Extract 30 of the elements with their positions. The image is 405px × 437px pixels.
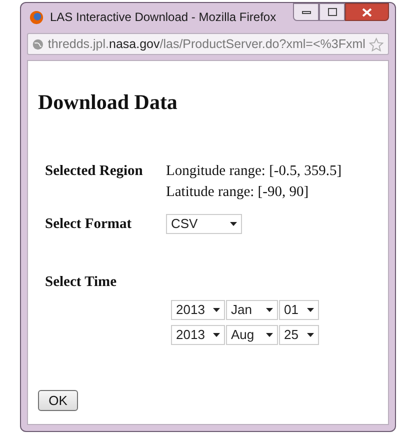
caret-icon	[230, 222, 237, 226]
range-text: Latitude range: [-90, 90]	[166, 183, 310, 202]
ok-button[interactable]: OK	[38, 390, 78, 410]
close-icon	[362, 8, 372, 16]
caret-icon	[266, 308, 273, 312]
close-button[interactable]	[345, 3, 389, 21]
caret-icon	[266, 332, 273, 336]
dropdown[interactable]: CSV	[166, 214, 242, 234]
field-label: Selected Region	[45, 162, 144, 180]
page-heading: Download Data	[38, 89, 178, 116]
url-text: thredds.jpl.nasa.gov/las/ProductServer.do?xml=<%3Fxml	[48, 36, 366, 53]
range-text: Longitude range: [-0.5, 359.5]	[166, 162, 343, 180]
browser-logo-icon	[29, 10, 44, 24]
dropdown[interactable]: 2013	[171, 324, 225, 344]
dropdown[interactable]: 25	[279, 324, 319, 344]
star-icon[interactable]	[369, 36, 384, 52]
dropdown[interactable]: Aug	[226, 324, 278, 344]
field-label: Select Time	[45, 272, 118, 292]
dropdown[interactable]: Jan	[226, 300, 278, 320]
window-title: LAS Interactive Download - Mozilla Firefox	[50, 9, 278, 26]
dropdown[interactable]: 01	[279, 300, 319, 320]
address-bar[interactable]: thredds.jpl.nasa.gov/las/ProductServer.do?xml=<%3Fxml	[27, 33, 389, 55]
dropdown[interactable]: 2013	[171, 300, 225, 320]
field-label: Select Format	[45, 215, 133, 234]
caret-icon	[307, 308, 314, 312]
maximize-button[interactable]	[319, 3, 345, 21]
minimize-button[interactable]	[293, 3, 319, 21]
caret-icon	[213, 308, 220, 312]
caret-icon	[307, 332, 314, 336]
caret-icon	[213, 332, 220, 336]
